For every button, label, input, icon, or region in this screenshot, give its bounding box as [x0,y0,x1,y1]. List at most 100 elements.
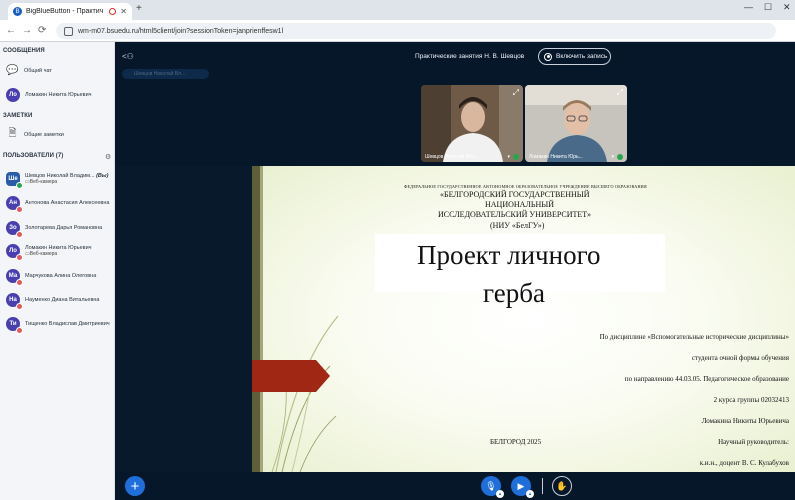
actions-plus-button[interactable]: + [125,476,145,496]
user-list-item[interactable]: Ан Антонова Анастасия Алексеевна [6,196,114,213]
user-list-item[interactable]: На Науменко Диана Витальевна [6,293,114,310]
slide-info-line: к.и.н., доцент В. С. Кулабухов [699,459,789,467]
mic-muted-icon [16,206,23,213]
mic-icon [513,154,519,160]
webcam-tile[interactable]: ⤢ Шевцов Николай Вла... ▾ [421,85,523,162]
gear-icon[interactable]: ⚙ [105,153,111,161]
talking-indicator: Шевцов Николай Вл... [122,69,209,79]
chevron-down-icon[interactable]: ▾ [611,154,614,160]
avatar: Ше [6,172,23,189]
public-chat-label: Общий чат [24,67,52,74]
expand-icon[interactable]: ⤢ [617,88,623,98]
slide-info-line: по направлению 44.03.05. Педагогическое … [624,375,789,383]
mic-muted-icon [16,303,23,310]
slide-title-line: герба [483,278,545,308]
maximize-icon[interactable]: ☐ [764,2,772,13]
slide-arrow-shape [252,360,330,392]
webcam-feed [525,85,627,162]
slide-info-line: Научный руководитель: [718,438,789,446]
slide-city: БЕЛГОРОД 2025 [490,438,542,446]
you-label: (Вы) [96,173,109,179]
new-tab-icon[interactable]: + [136,3,142,14]
private-chat-label: Ломакин Никита Юрьевич [25,92,92,98]
webcam-tile[interactable]: ⤢ Ломакин Никита Юрь... ▾ [525,85,627,162]
slide-info-line: По дисциплине «Вспомогательные историчес… [599,333,789,341]
user-name: Золотарева Дарья Романовна [25,225,103,231]
slide-org-line: ИССЛЕДОВАТЕЛЬСКИЙ УНИВЕРСИТЕТ» [438,210,591,219]
avatar: Ло [6,88,20,102]
record-button[interactable]: Включить запись [538,48,611,65]
grass-decoration [271,315,339,472]
back-icon[interactable]: ← [6,25,16,36]
notes-header: ЗАМЕТКИ [3,113,33,119]
shared-notes-label: Общие заметки [24,131,64,138]
slide-left-strip [252,166,260,472]
notes-icon: 🗎 [8,128,17,139]
record-icon [544,52,552,61]
mic-icon [617,154,623,160]
slide-left-strip-accent [260,166,263,472]
users-header: ПОЛЬЗОВАТЕЛИ (7) [3,153,64,159]
record-label: Включить запись [556,53,608,60]
avatar: Ан [6,196,23,213]
minimize-icon[interactable]: — [744,2,753,12]
hand-icon: ✋ [556,480,568,491]
slide-org-line: (НИУ «БелГУ») [490,221,545,230]
slide-title-line: Проект личного [417,240,601,270]
avatar: Зо [6,221,23,238]
audio-badge-icon [16,182,23,189]
webcam-name: Шевцов Николай Вла... [425,154,480,160]
chevron-up-icon[interactable]: ▴ [496,490,504,498]
chevron-down-icon[interactable]: ▾ [507,154,510,160]
slide-info-line: Ломакина Никиты Юрьевича [701,417,789,425]
mic-muted-icon [16,254,23,261]
user-list-item[interactable]: Ше Шевцов Николай Владим... (Вы) ▭Веб-кам… [6,172,114,189]
user-name: Антонова Анастасия Алексеевна [25,200,110,206]
browser-tab[interactable]: B BigBlueButton - Практич ✕ [8,3,132,20]
user-list-item[interactable]: Зо Золотарева Дарья Романовна [6,221,114,238]
tab-title: BigBlueButton - Практич [26,8,104,15]
toggle-panel-icon[interactable]: <⚇ [122,52,134,61]
presentation-slide[interactable]: ФЕДЕРАЛЬНОЕ ГОСУДАРСТВЕННОЕ АВТОНОМНОЕ О… [252,166,795,472]
site-info-icon[interactable] [64,26,73,36]
webcam-status: ▭Веб-камера [25,251,58,257]
user-list-item[interactable]: Ма Марчукова Алина Олеговна [6,269,114,286]
bigbluebutton-favicon-icon: B [13,7,22,16]
recording-indicator-icon [109,8,117,15]
raise-hand-button[interactable]: ✋ [552,476,572,496]
webcam-status: ▭Веб-камера [25,179,58,185]
url-input[interactable]: wm-m07.bsuedu.ru/html5client/join?sessio… [56,23,776,39]
public-chat-item[interactable]: 💬 Общий чат [6,64,114,77]
action-bar [115,472,795,500]
mic-muted-icon [16,231,23,238]
url-text: wm-m07.bsuedu.ru/html5client/join?sessio… [78,27,284,35]
meeting-title: Практические занятия Н. В. Шевцов [415,53,525,60]
avatar: Ло [6,244,23,261]
user-name: Науменко Диана Витальевна [25,297,100,303]
messages-header: СООБЩЕНИЯ [3,48,45,54]
mic-muted-icon [16,327,23,334]
private-chat-item[interactable]: Ло Ломакин Никита Юрьевич [6,88,114,102]
expand-icon[interactable]: ⤢ [513,88,519,98]
meeting-top-bar [115,42,795,80]
user-name: Марчукова Алина Олеговна [25,273,97,279]
user-list-item[interactable]: Ло Ломакин Никита Юрьевич ▭Веб-камера [6,244,114,261]
microphone-button[interactable]: 🎙 ▴ [481,476,504,498]
slide-info-line: студента очной формы обучения [691,354,789,362]
slide-org-line: НАЦИОНАЛЬНЫЙ [485,200,554,209]
user-name: Тищенко Владислав Дмитриевич [25,321,110,327]
address-bar: ← → ⟳ wm-m07.bsuedu.ru/html5client/join?… [0,20,795,42]
forward-icon[interactable]: → [22,25,32,36]
chat-icon: 💬 [6,65,19,76]
avatar: Ти [6,317,23,334]
chevron-up-icon[interactable]: ▴ [526,490,534,498]
browser-tab-bar: B BigBlueButton - Практич ✕ + — ☐ ✕ [0,0,795,20]
camera-icon: ▶ [517,480,525,491]
reload-icon[interactable]: ⟳ [38,25,46,36]
camera-button[interactable]: ▶ ▴ [511,476,534,498]
shared-notes-item[interactable]: 🗎 Общие заметки [6,128,114,141]
tab-close-icon[interactable]: ✕ [120,7,127,16]
avatar: Ма [6,269,23,286]
user-list-item[interactable]: Ти Тищенко Владислав Дмитриевич [6,317,114,334]
close-window-icon[interactable]: ✕ [783,2,791,13]
